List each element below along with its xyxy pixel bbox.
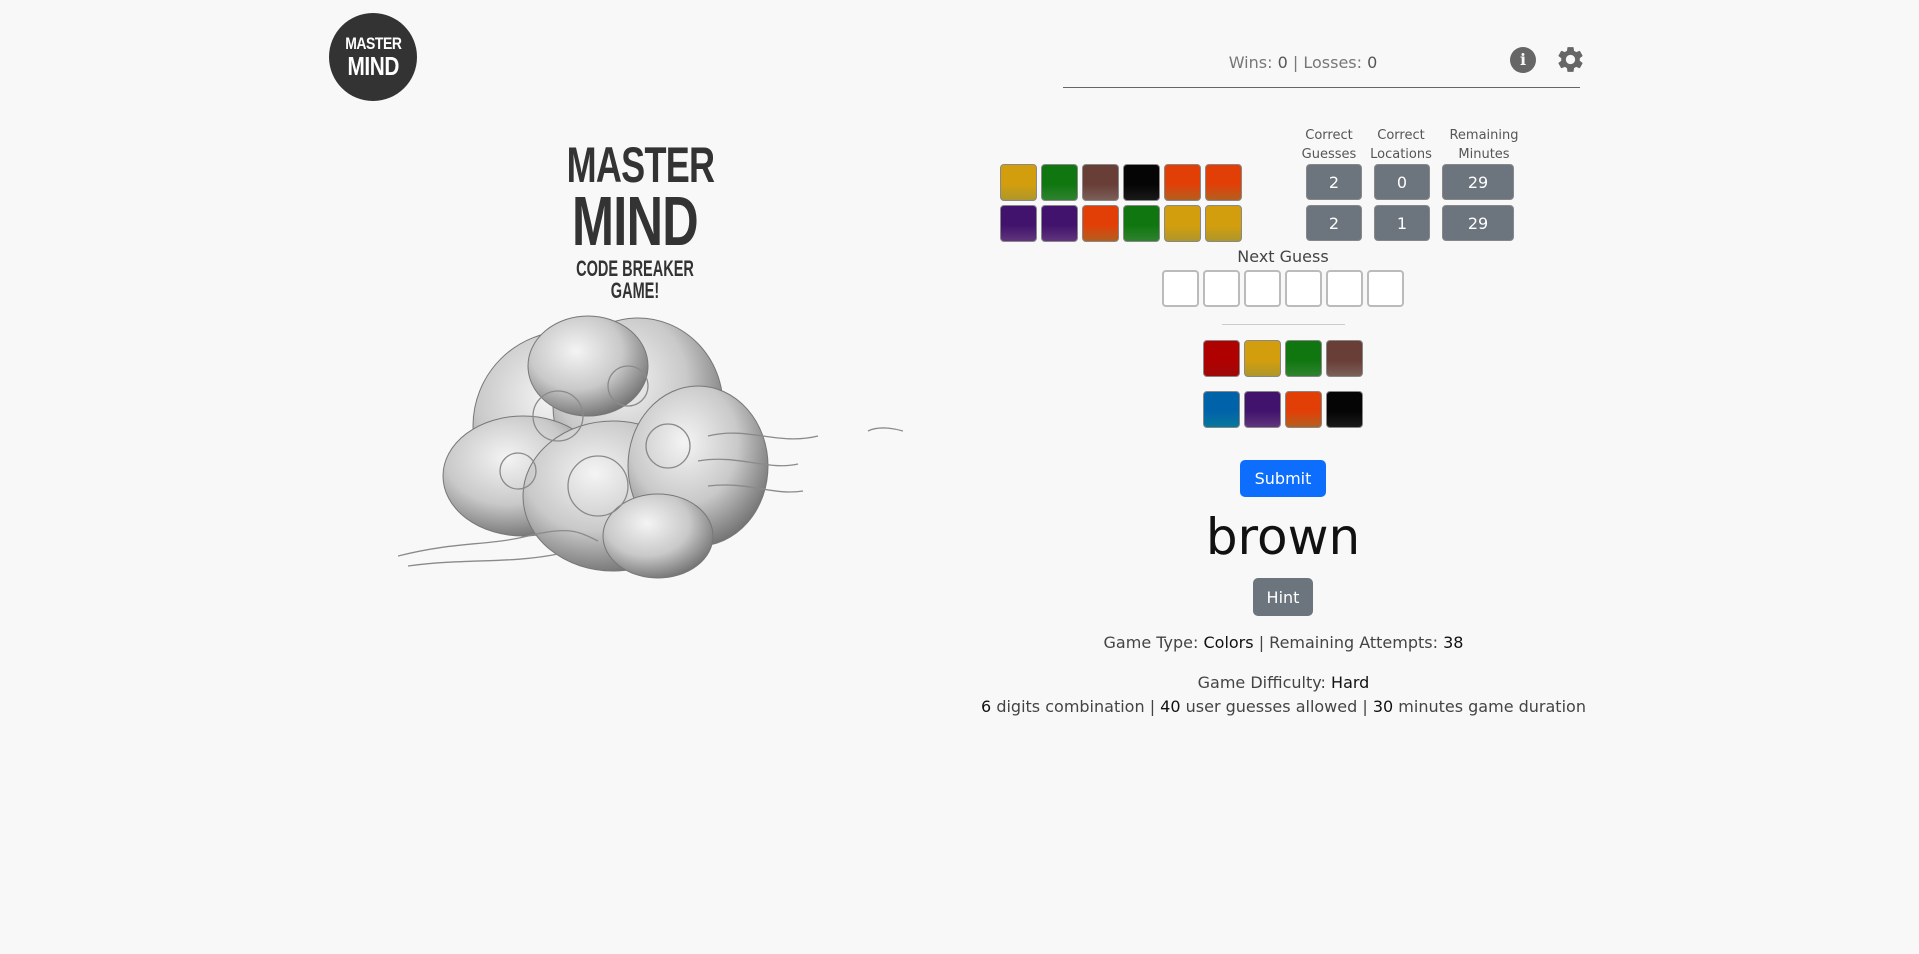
info-icon[interactable]: i bbox=[1510, 47, 1536, 73]
remaining-minutes-value: 29 bbox=[1442, 205, 1514, 241]
next-guess-slot[interactable] bbox=[1285, 270, 1322, 307]
losses-count: 0 bbox=[1367, 53, 1378, 72]
info-separator: | bbox=[1258, 633, 1265, 652]
remaining-attempts-label: Remaining Attempts: bbox=[1269, 633, 1439, 652]
logo-line1: MASTER bbox=[344, 34, 402, 53]
correct-guesses-value: 2 bbox=[1306, 164, 1362, 200]
correct-guesses-value: 2 bbox=[1306, 205, 1362, 241]
correct-locations-value: 1 bbox=[1374, 205, 1430, 241]
next-guess-slot[interactable] bbox=[1203, 270, 1240, 307]
next-guess-slot[interactable] bbox=[1244, 270, 1281, 307]
palette-green[interactable] bbox=[1285, 340, 1322, 377]
info-separator: | bbox=[1362, 697, 1368, 716]
palette-red[interactable] bbox=[1203, 340, 1240, 377]
score-separator: | bbox=[1292, 53, 1299, 72]
remaining-attempts-value: 38 bbox=[1443, 633, 1464, 652]
brain-illustration bbox=[398, 315, 903, 579]
guess-peg bbox=[1164, 164, 1201, 201]
next-guess-slot[interactable] bbox=[1326, 270, 1363, 307]
palette-orange[interactable] bbox=[1285, 391, 1322, 428]
next-guess-slot[interactable] bbox=[1162, 270, 1199, 307]
guess-peg bbox=[1041, 164, 1078, 201]
info-separator: | bbox=[1149, 697, 1156, 716]
wins-label: Wins: bbox=[1228, 53, 1273, 72]
digits-text: digits combination bbox=[996, 697, 1145, 716]
palette-cyan[interactable] bbox=[1203, 391, 1240, 428]
guess-peg bbox=[1205, 164, 1242, 201]
title-line2: MIND bbox=[572, 182, 699, 260]
difficulty-value: Hard bbox=[1331, 673, 1370, 692]
remaining-minutes-value: 29 bbox=[1442, 164, 1514, 200]
header-correct-locations: Correct Locations bbox=[1370, 128, 1432, 162]
guess-peg bbox=[1205, 205, 1242, 242]
guess-peg bbox=[1164, 205, 1201, 242]
minutes-value: 30 bbox=[1372, 697, 1394, 716]
wins-count: 0 bbox=[1277, 53, 1288, 72]
logo-line2: MIND bbox=[347, 51, 399, 81]
palette-black[interactable] bbox=[1326, 391, 1363, 428]
difficulty-label: Game Difficulty: bbox=[1197, 673, 1326, 692]
digits-value: 6 bbox=[981, 697, 992, 716]
score-bar: Wins: 0 | Losses: 0 bbox=[1063, 50, 1580, 88]
logo[interactable]: MASTER MIND bbox=[329, 13, 417, 101]
difficulty-line: Game Difficulty: Hard bbox=[824, 673, 1743, 692]
header-correct-guesses: Correct Guesses bbox=[1301, 128, 1357, 162]
game-type-value: Colors bbox=[1203, 633, 1254, 652]
submit-button[interactable]: Submit bbox=[1240, 460, 1326, 497]
game-title: MASTER MIND CODE BREAKER GAME! bbox=[540, 140, 730, 302]
guess-peg bbox=[1082, 164, 1119, 201]
minutes-text: minutes game duration bbox=[1398, 697, 1586, 716]
hint-button[interactable]: Hint bbox=[1253, 578, 1313, 616]
guess-peg bbox=[1123, 205, 1160, 242]
game-type-line: Game Type: Colors | Remaining Attempts: … bbox=[824, 633, 1743, 652]
guess-peg bbox=[1000, 205, 1037, 242]
hovered-color-name: brown bbox=[1205, 508, 1361, 566]
guess-peg bbox=[1000, 164, 1037, 201]
guess-peg bbox=[1041, 205, 1078, 242]
gear-icon[interactable] bbox=[1555, 44, 1586, 75]
header-remaining-minutes: Remaining Minutes bbox=[1449, 128, 1519, 162]
next-guess-label: Next Guess bbox=[1237, 247, 1329, 266]
game-type-label: Game Type: bbox=[1103, 633, 1199, 652]
guesses-value: 40 bbox=[1160, 697, 1181, 716]
next-guess-slot[interactable] bbox=[1367, 270, 1404, 307]
palette-purple[interactable] bbox=[1244, 391, 1281, 428]
score-text: Wins: 0 | Losses: 0 bbox=[1063, 53, 1543, 72]
guess-peg bbox=[1123, 164, 1160, 201]
palette-brown[interactable] bbox=[1326, 340, 1363, 377]
guess-peg bbox=[1082, 205, 1119, 242]
losses-label: Losses: bbox=[1303, 53, 1363, 72]
palette-yellow[interactable] bbox=[1244, 340, 1281, 377]
divider bbox=[1222, 324, 1345, 325]
guesses-text: user guesses allowed bbox=[1185, 697, 1358, 716]
correct-locations-value: 0 bbox=[1374, 164, 1430, 200]
game-settings-line: 6 digits combination | 40 user guesses a… bbox=[824, 697, 1743, 716]
